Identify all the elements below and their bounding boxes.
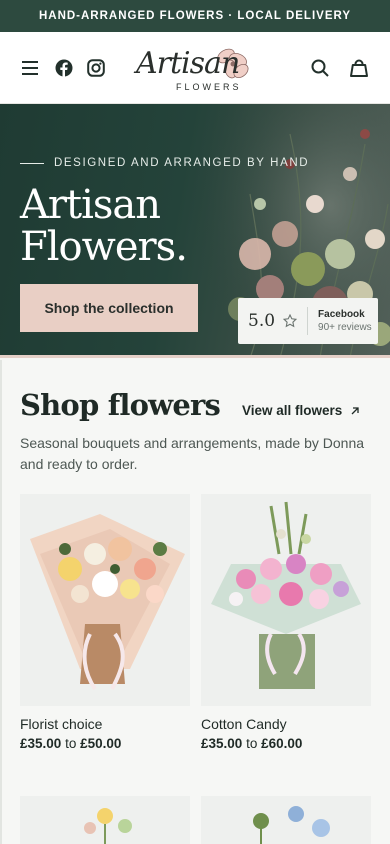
product-card[interactable]: Cotton Candy £35.00 to £60.00: [201, 494, 371, 751]
announcement-text: HAND-ARRANGED FLOWERS · LOCAL DELIVERY: [38, 10, 352, 22]
product-card[interactable]: Florist choice £35.00 to £50.00: [20, 494, 190, 751]
hero-kicker-text: DESIGNED AND ARRANGED BY HAND: [54, 157, 310, 169]
site-header: Artisan FLOWERS: [0, 32, 390, 104]
price-to: £50.00: [80, 736, 122, 751]
section-title: Shop flowers: [20, 388, 221, 422]
price-to: £60.00: [261, 736, 303, 751]
product-card[interactable]: [20, 796, 190, 844]
rating-source-block: Facebook 90+ reviews: [318, 309, 372, 333]
view-all-flowers-link[interactable]: View all flowers: [242, 403, 360, 418]
arrow-up-right-icon: [351, 406, 359, 414]
product-image[interactable]: [201, 494, 371, 706]
search-icon[interactable]: [310, 58, 330, 78]
hero-title-line1: Artisan: [20, 182, 161, 228]
shop-collection-button[interactable]: Shop the collection: [20, 284, 198, 332]
shop-flowers-section: Shop flowers View all flowers Seasonal b…: [0, 360, 390, 844]
instagram-icon[interactable]: [86, 58, 106, 78]
menu-icon[interactable]: [20, 58, 40, 78]
product-price: £35.00 to £60.00: [201, 736, 371, 751]
rating-source: Facebook: [318, 309, 365, 320]
section-description: Seasonal bouquets and arrangements, made…: [20, 435, 365, 472]
price-separator: to: [246, 736, 258, 751]
star-icon: [283, 314, 298, 328]
product-name[interactable]: Florist choice: [20, 716, 190, 732]
hero-title: Artisan Flowers.: [20, 182, 188, 270]
product-image[interactable]: [20, 796, 190, 844]
product-image[interactable]: [201, 796, 371, 844]
kicker-rule: [20, 162, 44, 164]
product-image[interactable]: [20, 494, 190, 706]
bag-icon[interactable]: [349, 58, 369, 78]
price-separator: to: [65, 736, 77, 751]
rating-divider: [307, 307, 309, 335]
price-from: £35.00: [201, 736, 243, 751]
product-price: £35.00 to £50.00: [20, 736, 190, 751]
product-card[interactable]: [201, 796, 371, 844]
rating-count: 90+ reviews: [318, 322, 372, 333]
facebook-rating-badge[interactable]: 5.0 Facebook 90+ reviews: [238, 298, 378, 344]
facebook-icon[interactable]: [54, 58, 74, 78]
hero-title-line2: Flowers.: [20, 224, 188, 270]
logo-wordmark: Artisan: [136, 46, 240, 81]
hero-kicker: DESIGNED AND ARRANGED BY HAND: [20, 157, 309, 169]
logo-subtitle: FLOWERS: [176, 82, 242, 92]
view-all-label: View all flowers: [242, 403, 343, 418]
price-from: £35.00: [20, 736, 62, 751]
announcement-bar: HAND-ARRANGED FLOWERS · LOCAL DELIVERY: [0, 0, 390, 32]
brand-logo[interactable]: Artisan FLOWERS: [134, 38, 252, 98]
rating-score: 5.0: [248, 311, 276, 331]
product-name[interactable]: Cotton Candy: [201, 716, 371, 732]
